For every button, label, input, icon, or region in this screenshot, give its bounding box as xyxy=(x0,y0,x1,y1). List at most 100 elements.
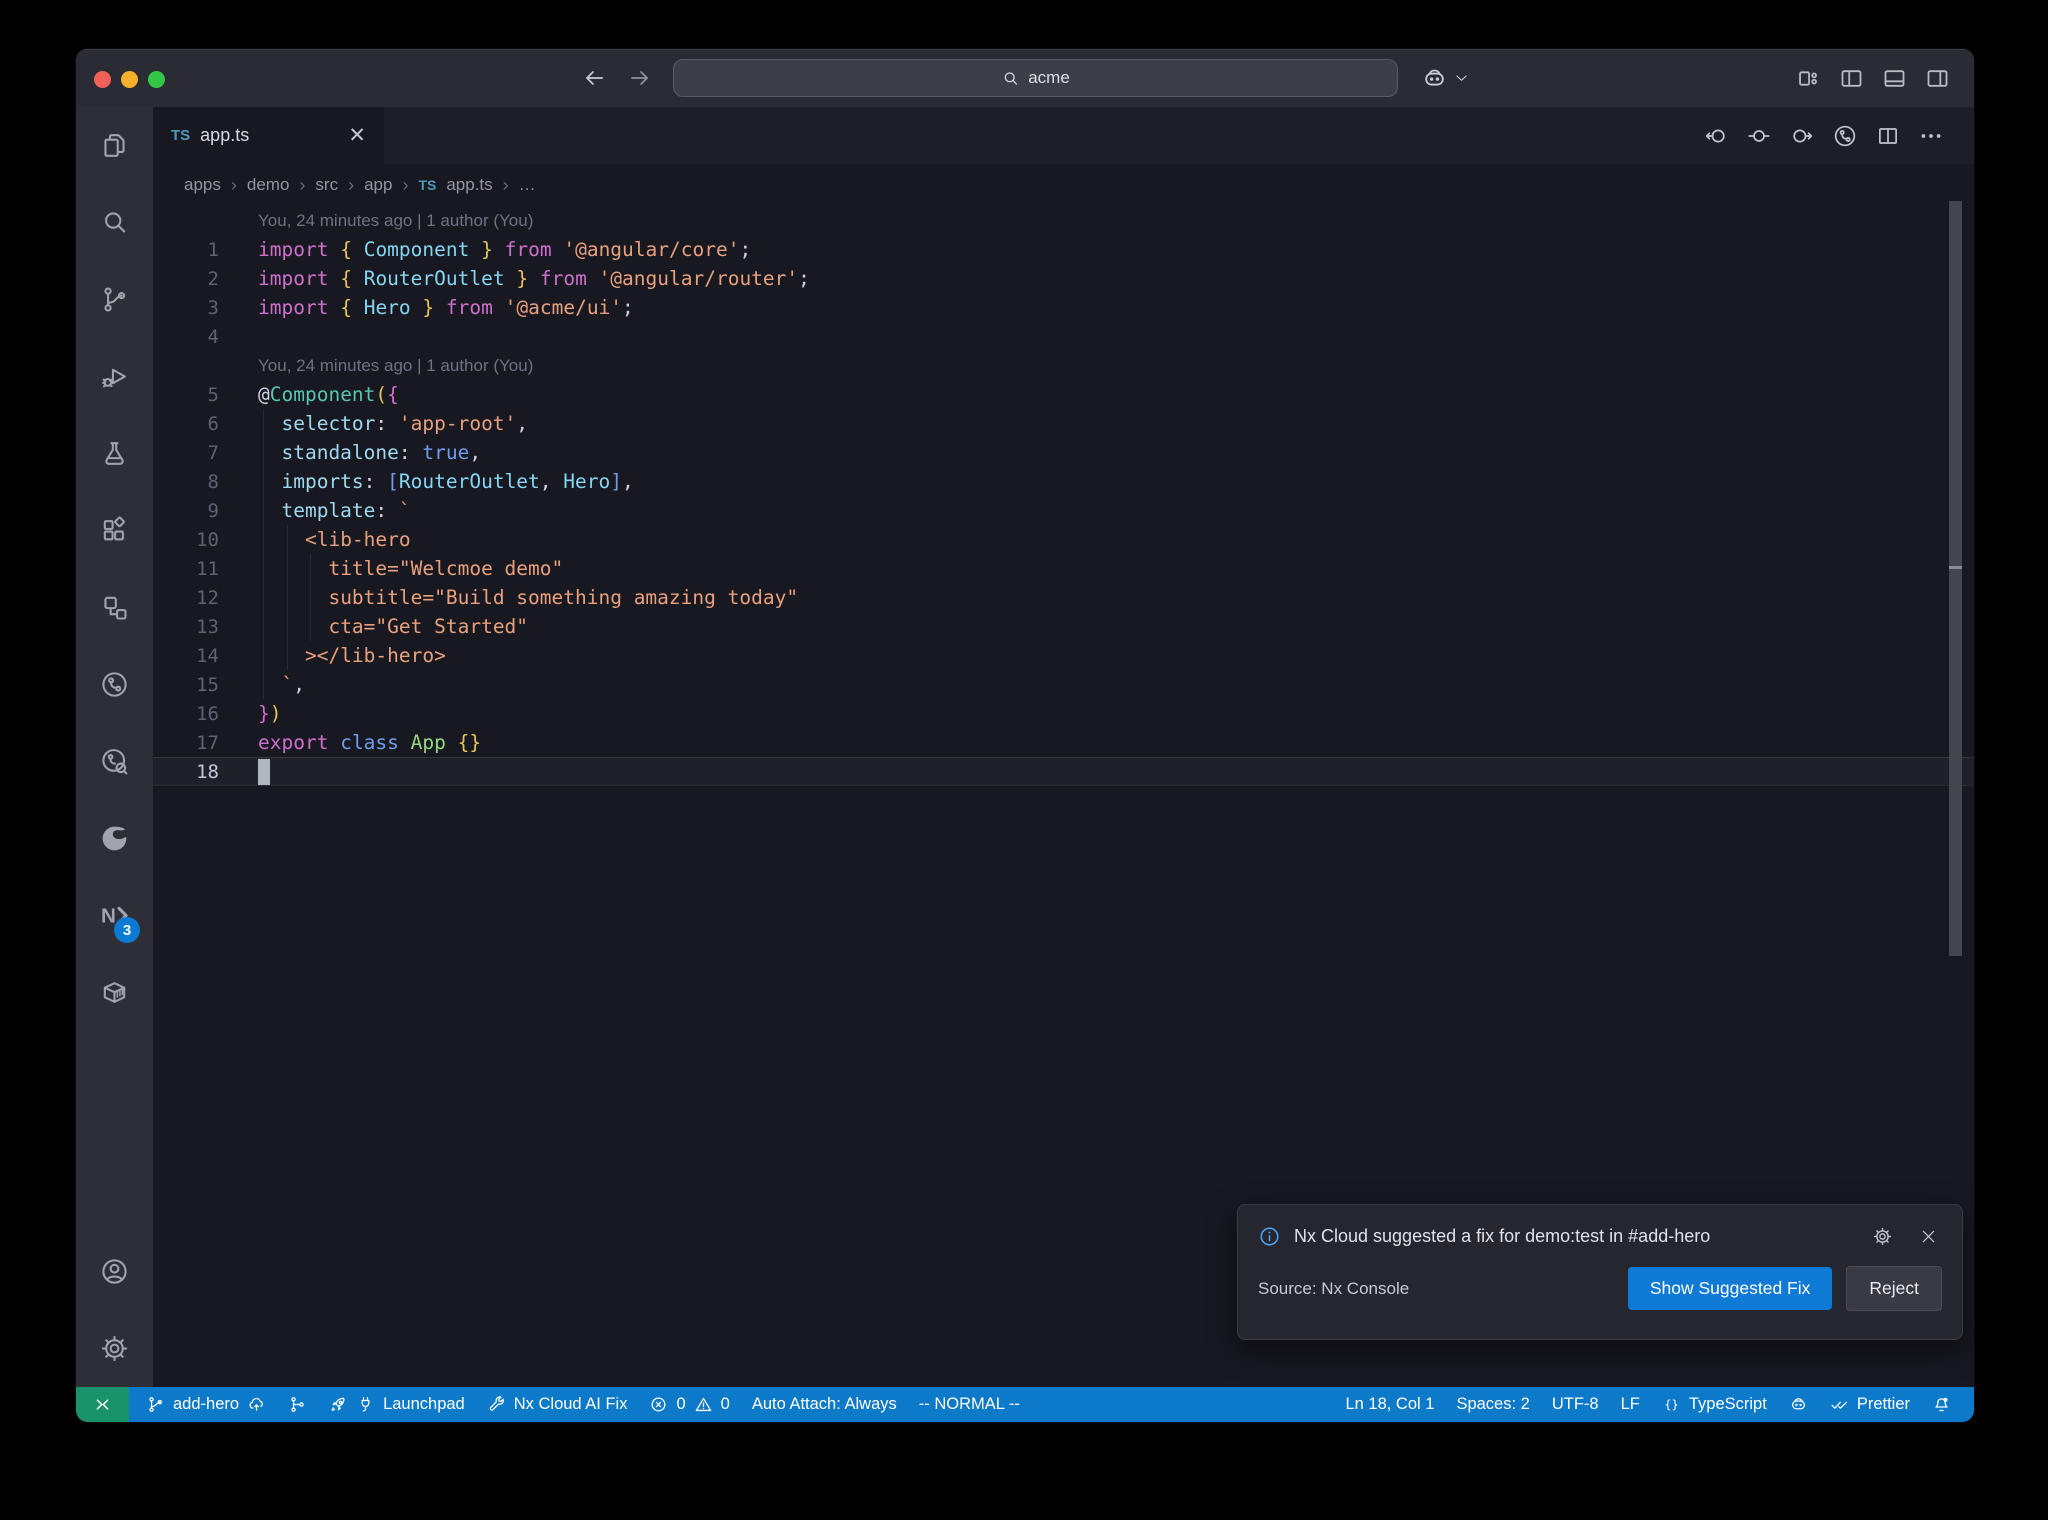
command-center-search[interactable]: acme xyxy=(673,59,1398,97)
status-item-vim-mode[interactable]: -- NORMAL -- xyxy=(908,1387,1031,1422)
git-blame-row[interactable]: You, 24 minutes ago | 1 author (You) xyxy=(153,206,1974,235)
code-row[interactable]: 11 title="Welcmoe demo" xyxy=(153,554,1974,583)
code-row[interactable]: 18 xyxy=(153,757,1974,786)
status-item-copilot[interactable] xyxy=(1778,1387,1819,1422)
code-row[interactable]: 12 subtitle="Build something amazing tod… xyxy=(153,583,1974,612)
git-blame-row[interactable]: You, 24 minutes ago | 1 author (You) xyxy=(153,351,1974,380)
tab-close-icon[interactable]: ✕ xyxy=(348,125,366,146)
code-row[interactable]: 6 selector: 'app-root', xyxy=(153,409,1974,438)
notification-toast: Nx Cloud suggested a fix for demo:test i… xyxy=(1237,1204,1963,1340)
typescript-file-icon: TS xyxy=(418,177,437,193)
code-row[interactable]: 5 @ Component({ xyxy=(153,380,1974,409)
status-item-indentation[interactable]: Spaces: 2 xyxy=(1445,1387,1540,1422)
code-row[interactable]: 3 import { Hero } from '@acme/ui'; xyxy=(153,293,1974,322)
breadcrumb-item[interactable]: demo xyxy=(247,175,290,195)
activity-bar-item-run-and-debug[interactable] xyxy=(76,338,153,415)
code-row[interactable]: 16}) xyxy=(153,699,1974,728)
breadcrumb-overflow[interactable]: … xyxy=(519,175,536,195)
status-item-notifications[interactable] xyxy=(1921,1387,1962,1422)
minimize-window-button[interactable] xyxy=(121,71,138,88)
status-item-formatter[interactable]: Prettier xyxy=(1819,1387,1921,1422)
activity-bar-item-testing[interactable] xyxy=(76,415,153,492)
status-item-encoding[interactable]: UTF-8 xyxy=(1541,1387,1610,1422)
reject-button[interactable]: Reject xyxy=(1846,1266,1942,1311)
traffic-lights xyxy=(94,71,165,88)
activity-bar-item-edge-browser[interactable] xyxy=(76,800,153,877)
breadcrumb-item[interactable]: src xyxy=(315,175,338,195)
customize-layout-icon[interactable] xyxy=(1795,65,1822,92)
activity-bar-item-gitlens-inspect[interactable] xyxy=(76,723,153,800)
status-item-eol[interactable]: LF xyxy=(1610,1387,1651,1422)
navigate-back-icon[interactable] xyxy=(581,65,607,91)
close-window-button[interactable] xyxy=(94,71,111,88)
breadcrumb-item[interactable]: app xyxy=(364,175,392,195)
activity-bar-item-gitlens[interactable] xyxy=(76,646,153,723)
activity-bar-item-nx-console[interactable]: N3 xyxy=(76,877,153,954)
code-row[interactable]: 8 imports: [RouterOutlet, Hero], xyxy=(153,467,1974,496)
status-item-auto-attach[interactable]: Auto Attach: Always xyxy=(741,1387,908,1422)
status-item-branch-sync[interactable]: add-hero xyxy=(135,1387,277,1422)
code-token: subtitle="Build something amazing today" xyxy=(328,586,799,609)
code-row[interactable]: 2 import { RouterOutlet } from '@angular/… xyxy=(153,264,1974,293)
warning-icon xyxy=(694,1395,713,1414)
activity-bar-item-source-control[interactable] xyxy=(76,261,153,338)
code-editor[interactable]: You, 24 minutes ago | 1 author (You) 1 imp… xyxy=(153,206,1974,786)
code-row[interactable]: 17 export class App {} xyxy=(153,728,1974,757)
code-row[interactable]: 14 ></lib-hero> xyxy=(153,641,1974,670)
breadcrumb-item-file[interactable]: app.ts xyxy=(446,175,492,195)
tab-app-ts[interactable]: TS app.ts ✕ xyxy=(153,107,384,164)
activity-bar-item-explorer[interactable] xyxy=(76,107,153,184)
breadcrumb-item[interactable]: apps xyxy=(184,175,221,195)
status-item-language-mode[interactable]: {} TypeScript xyxy=(1651,1387,1778,1422)
activity-bar-item-settings[interactable] xyxy=(76,1310,153,1387)
navigate-forward-icon[interactable] xyxy=(627,65,653,91)
toggle-secondary-sidebar-icon[interactable] xyxy=(1924,65,1951,92)
code-token: RouterOutlet xyxy=(363,267,505,290)
show-suggested-fix-button[interactable]: Show Suggested Fix xyxy=(1627,1267,1833,1310)
code-token: import xyxy=(258,238,329,261)
chevron-down-icon[interactable] xyxy=(1453,70,1470,87)
previous-change-icon[interactable] xyxy=(1703,123,1729,149)
svg-text:N: N xyxy=(101,905,116,928)
status-item-launchpad[interactable]: Launchpad xyxy=(318,1387,476,1422)
status-item-cursor-position[interactable]: Ln 18, Col 1 xyxy=(1334,1387,1445,1422)
activity-badge: 3 xyxy=(114,917,140,943)
code-row[interactable]: 7 standalone: true, xyxy=(153,438,1974,467)
activity-bar-item-containers[interactable] xyxy=(76,954,153,1031)
activity-bar-item-search[interactable] xyxy=(76,184,153,261)
code-token: : xyxy=(375,412,399,435)
activity-bar-item-project-graph[interactable] xyxy=(76,569,153,646)
open-changes-icon[interactable] xyxy=(1746,123,1772,149)
code-row[interactable]: 1 import { Component } from '@angular/cor… xyxy=(153,235,1974,264)
split-editor-icon[interactable] xyxy=(1875,123,1901,149)
code-token: Hero xyxy=(563,470,611,493)
notification-settings-icon[interactable] xyxy=(1872,1226,1893,1247)
more-actions-icon[interactable] xyxy=(1918,123,1944,149)
search-icon xyxy=(1001,69,1020,88)
status-item-problems[interactable]: 00 xyxy=(638,1387,740,1422)
toggle-panel-icon[interactable] xyxy=(1881,65,1908,92)
code-row[interactable]: 10 <lib-hero xyxy=(153,525,1974,554)
gitlens-graph-icon[interactable] xyxy=(1832,123,1858,149)
copilot-icon[interactable] xyxy=(1421,65,1448,92)
activity-bar-item-extensions[interactable] xyxy=(76,492,153,569)
notification-close-icon[interactable] xyxy=(1919,1227,1938,1246)
code-row[interactable]: 15 `, xyxy=(153,670,1974,699)
status-item-nx-cloud-ai-fix[interactable]: Nx Cloud AI Fix xyxy=(476,1387,639,1422)
remote-indicator[interactable] xyxy=(76,1387,129,1422)
status-item-worktree[interactable] xyxy=(277,1387,318,1422)
toggle-sidebar-icon[interactable] xyxy=(1838,65,1865,92)
activity-bar-item-accounts[interactable] xyxy=(76,1233,153,1310)
code-token: <lib-hero xyxy=(304,528,411,551)
code-token: ; xyxy=(739,238,752,261)
code-row[interactable]: 13 cta="Get Started" xyxy=(153,612,1974,641)
zoom-window-button[interactable] xyxy=(148,71,165,88)
code-row[interactable]: 4 xyxy=(153,322,1974,351)
next-change-icon[interactable] xyxy=(1789,123,1815,149)
editor-scrollbar[interactable] xyxy=(1949,201,1962,956)
code-token: , xyxy=(469,441,482,464)
code-row[interactable]: 9 template: ` xyxy=(153,496,1974,525)
